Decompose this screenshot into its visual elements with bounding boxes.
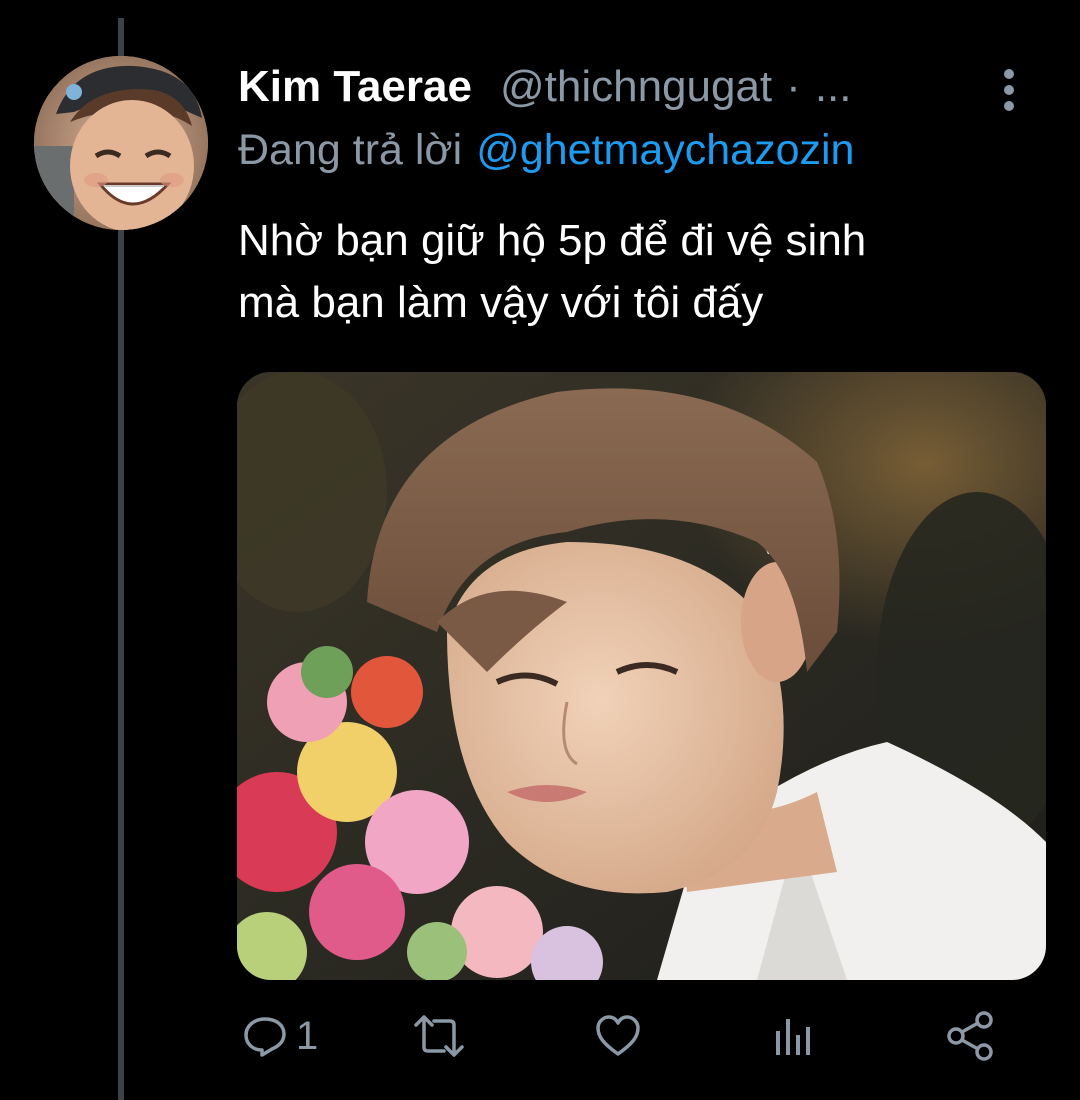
replying-to-handle[interactable]: @ghetmaychazozin	[476, 126, 854, 174]
reply-icon	[244, 1017, 286, 1057]
tweet-text-line: Nhờ bạn giữ hộ 5p để đi vệ sinh	[238, 216, 867, 265]
tweet-media-image[interactable]	[237, 372, 1046, 980]
like-button[interactable]	[594, 1006, 642, 1066]
header-truncation: ...	[814, 62, 852, 111]
avatar[interactable]	[34, 56, 208, 230]
more-options-button[interactable]	[986, 64, 1032, 116]
analytics-button[interactable]	[770, 1006, 816, 1066]
tweet-header: Kim Taerae @thichngugat · ...	[238, 62, 1008, 118]
more-vertical-icon	[1004, 69, 1014, 111]
retweet-button[interactable]	[410, 1006, 468, 1066]
retweet-icon	[414, 1015, 464, 1057]
author-handle[interactable]: @thichngugat	[500, 62, 772, 112]
header-separator: ·	[786, 62, 801, 111]
replying-to-line: Đang trả lời @ghetmaychazozin	[238, 126, 854, 175]
share-icon	[947, 1011, 993, 1061]
tweet-actions-bar: 1	[238, 1006, 1018, 1066]
tweet-text: Nhờ bạn giữ hộ 5p để đi vệ sinh mà bạn l…	[238, 210, 1038, 334]
replying-to-label: Đang trả lời	[238, 126, 463, 174]
share-button[interactable]	[944, 1006, 996, 1066]
tweet-text-line: mà bạn làm vậy với tôi đấy	[238, 278, 764, 327]
reply-count: 1	[296, 1013, 319, 1058]
heart-icon	[596, 1015, 640, 1056]
analytics-icon	[776, 1019, 810, 1055]
author-display-name[interactable]: Kim Taerae	[238, 62, 472, 112]
reply-button[interactable]: 1	[242, 1006, 318, 1066]
